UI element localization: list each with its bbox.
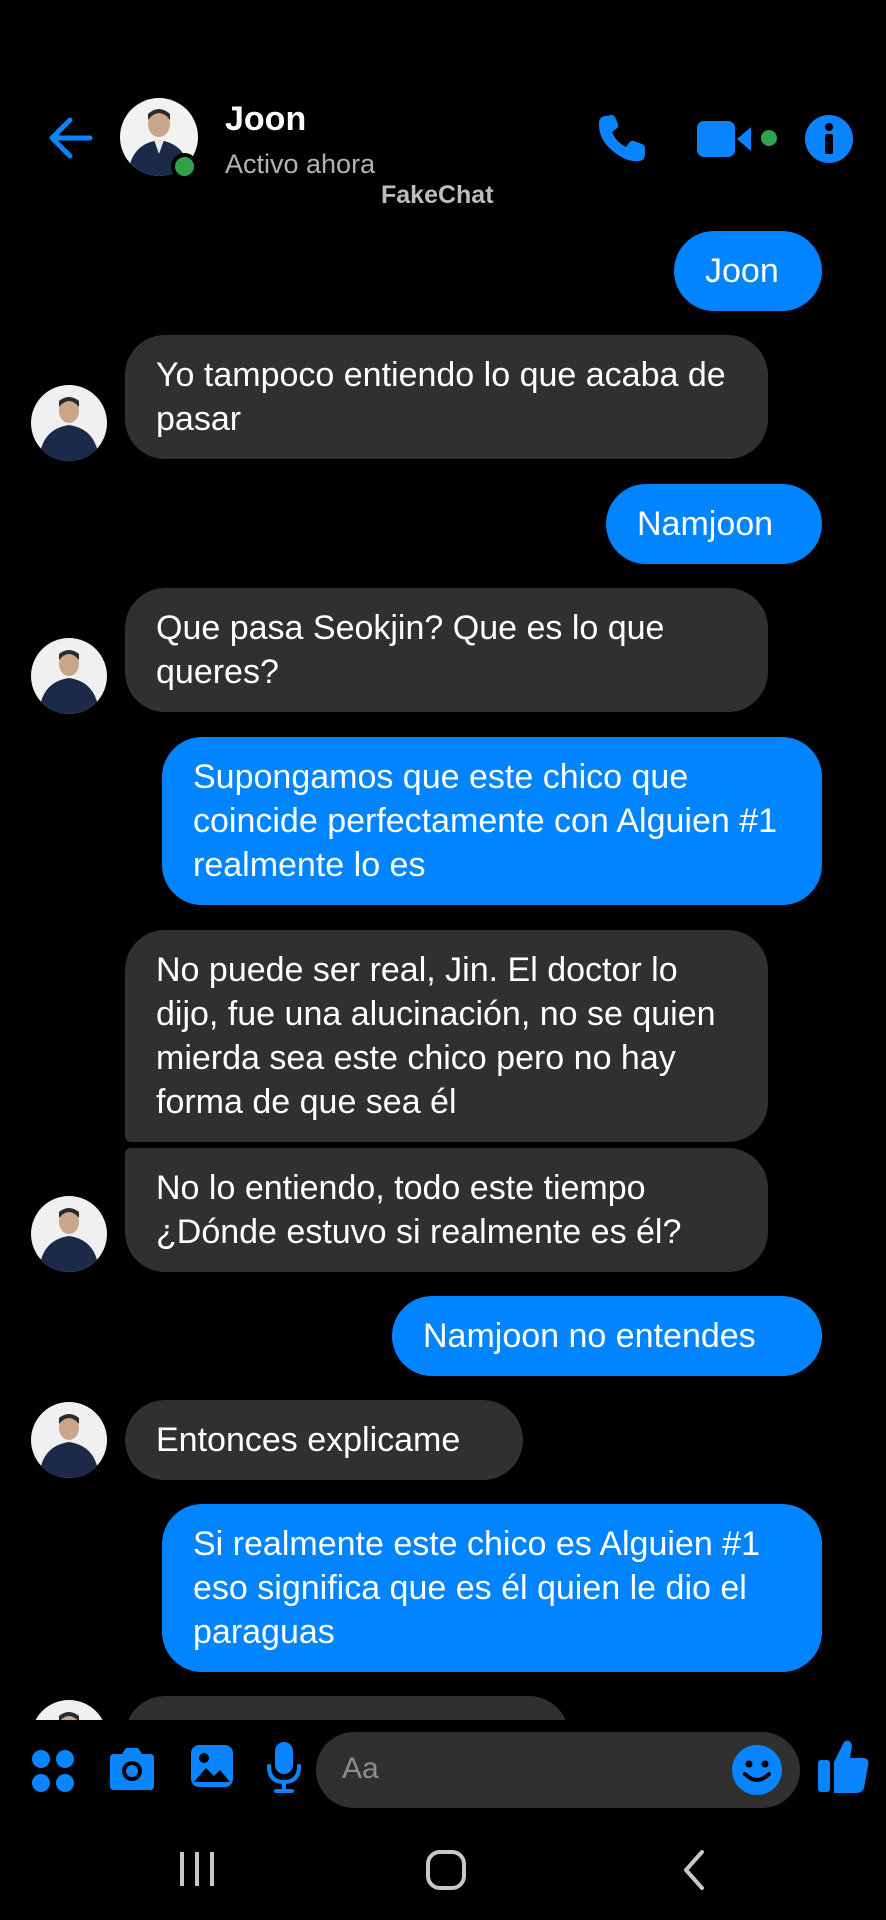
message-input[interactable]: Aa [316,1732,800,1808]
home-icon[interactable] [424,1848,468,1892]
message-text: Supongamos que este chico que coincide p… [193,758,778,884]
message-list[interactable]: Joon Yo tampoco entiendo lo que acaba de… [0,220,886,1720]
smiley-icon[interactable] [730,1743,784,1797]
message-outgoing[interactable]: Si realmente este chico es Alguien #1 es… [162,1504,822,1672]
system-navigation-bar [0,1818,886,1920]
contact-avatar-small[interactable] [31,1196,107,1272]
message-text: Yo tampoco entiendo lo que acaba de pasa… [156,356,726,438]
message-text: Namjoon [637,505,774,543]
message-text: Namjoon no entendes [423,1317,756,1355]
contact-avatar-small[interactable] [31,385,107,461]
contact-status: Activo ahora [225,149,376,179]
message-text: Si realmente este chico es Alguien #1 es… [193,1525,761,1651]
message-incoming-partial[interactable] [125,1696,569,1720]
message-text: Entonces explicame [156,1421,461,1459]
image-icon[interactable] [188,1742,236,1790]
message-input-placeholder: Aa [342,1752,379,1785]
video-camera-icon[interactable] [694,116,786,162]
camera-icon[interactable] [106,1744,158,1794]
microphone-icon[interactable] [266,1740,302,1796]
message-incoming[interactable]: Entonces explicame [125,1400,523,1480]
message-outgoing[interactable]: Namjoon [606,484,822,564]
message-incoming[interactable]: Yo tampoco entiendo lo que acaba de pasa… [125,335,768,459]
message-incoming[interactable]: No lo entiendo, todo este tiempo ¿Dónde … [125,1148,768,1272]
back-arrow-icon[interactable] [40,110,96,166]
message-composer: Aa [0,1720,886,1818]
phone-icon[interactable] [592,110,650,168]
contact-avatar-small[interactable] [31,1402,107,1478]
message-outgoing[interactable]: Namjoon no entendes [392,1296,822,1376]
thumbs-up-icon[interactable] [816,1736,870,1796]
chat-header: Joon Activo ahora FakeChat [0,0,886,220]
message-outgoing[interactable]: Joon [674,231,822,311]
contact-avatar-small[interactable] [31,1700,107,1720]
message-text: Que pasa Seokjin? Que es lo que queres? [156,609,665,691]
contact-avatar-small[interactable] [31,638,107,714]
apps-icon[interactable] [30,1748,76,1794]
online-status-dot [171,153,198,180]
message-incoming[interactable]: Que pasa Seokjin? Que es lo que queres? [125,588,768,712]
message-text: Joon [705,252,779,290]
recent-apps-icon[interactable] [176,1848,218,1890]
app-watermark: FakeChat [381,181,494,209]
message-incoming[interactable]: No puede ser real, Jin. El doctor lo dij… [125,930,768,1142]
back-icon[interactable] [678,1848,710,1892]
message-text: No puede ser real, Jin. El doctor lo dij… [156,951,716,1121]
message-text: No lo entiendo, todo este tiempo ¿Dónde … [156,1169,682,1251]
message-outgoing[interactable]: Supongamos que este chico que coincide p… [162,737,822,905]
contact-name[interactable]: Joon [225,100,306,139]
info-icon[interactable] [803,113,855,165]
